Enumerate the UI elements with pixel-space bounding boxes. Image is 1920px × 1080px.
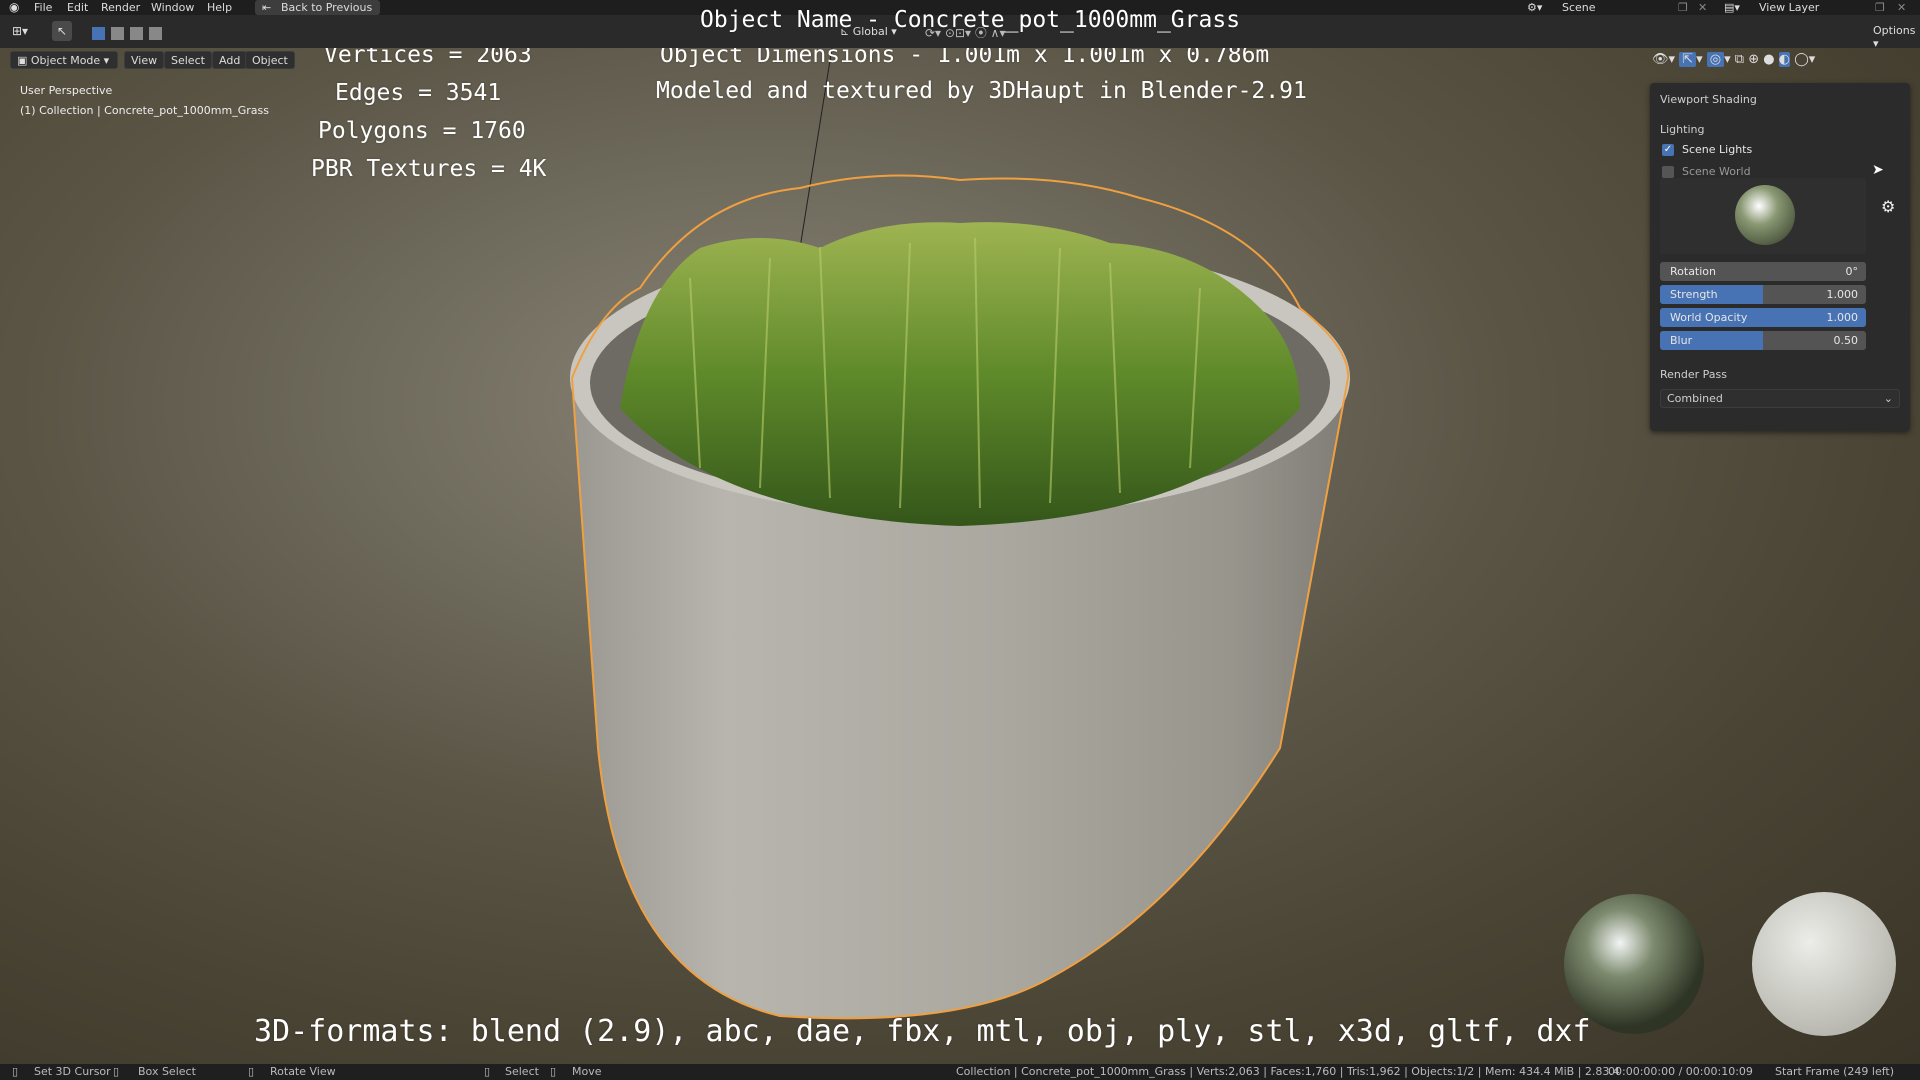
formats-text: 3D-formats: blend (2.9), abc, dae, fbx, … <box>254 1014 1591 1049</box>
mouse-cursor-icon: ➤ <box>1872 162 1884 178</box>
rotate-view-hint: Rotate View <box>270 1065 336 1078</box>
strength-value: 1.000 <box>1826 288 1859 301</box>
vertices-count: Vertices = 2063 <box>324 48 532 68</box>
start-frame: Start Frame (249 left) <box>1775 1065 1895 1078</box>
menu-file[interactable]: File <box>34 0 52 15</box>
3d-viewport[interactable]: ▣ Object Mode ▾ View Select Add Object 👁… <box>0 48 1920 1064</box>
playback-time: 00:00:00:00 / 00:00:10:09 <box>1608 1065 1753 1078</box>
textures-info: PBR Textures = 4K <box>311 156 547 182</box>
box-select-hint: Box Select <box>138 1065 196 1078</box>
scene-statistics: Collection | Concrete_pot_1000mm_Grass |… <box>956 1065 1620 1078</box>
options-label: Options <box>1873 24 1916 37</box>
menu-edit[interactable]: Edit <box>67 0 88 15</box>
scene-world-checkbox[interactable] <box>1662 166 1674 178</box>
blender-logo-icon[interactable]: ◉ <box>9 0 19 15</box>
overlay-icon[interactable]: ◎ <box>1706 52 1725 67</box>
strength-slider[interactable]: Strength 1.000 <box>1660 285 1866 304</box>
scene-new-icon[interactable]: ❐ <box>1678 0 1688 15</box>
blur-slider[interactable]: Blur 0.50 <box>1660 331 1866 350</box>
view-layer-icon[interactable]: ▤▾ <box>1724 0 1740 15</box>
render-pass-select[interactable]: Combined ⌄ <box>1660 389 1900 408</box>
menu-render[interactable]: Render <box>101 0 140 15</box>
mouse-left-icon: ▯ <box>12 1065 19 1078</box>
set-cursor-hint: Set 3D Cursor <box>34 1065 111 1078</box>
options-menu[interactable]: Options ▾ <box>1873 24 1920 50</box>
render-pass-value: Combined <box>1667 392 1723 405</box>
wireframe-shading-icon[interactable]: ⊕ <box>1748 52 1759 67</box>
viewport-collection: (1) Collection | Concrete_pot_1000mm_Gra… <box>20 104 269 117</box>
back-icon: ⇤ <box>262 1 272 14</box>
object-menu[interactable]: Object <box>245 51 295 69</box>
mouse-middle-icon: ▯ <box>248 1065 255 1078</box>
back-to-previous-label: Back to Previous <box>281 1 373 14</box>
hdri-selector[interactable] <box>1660 178 1866 254</box>
edges-count: Edges = 3541 <box>335 80 502 106</box>
rotation-label: Rotation <box>1670 265 1717 278</box>
rotation-value: 0° <box>1845 265 1859 278</box>
select-tool-icon[interactable]: ↖ <box>52 21 72 41</box>
back-to-previous-button[interactable]: ⇤ Back to Previous <box>255 0 381 15</box>
menu-window[interactable]: Window <box>151 0 194 15</box>
hdri-thumbnail <box>1735 185 1795 245</box>
scene-lights-checkbox[interactable]: ✓ <box>1662 144 1674 156</box>
viewport-perspective: User Perspective <box>20 84 113 97</box>
object-mode-icon: ▣ <box>17 54 31 67</box>
select-menu[interactable]: Select <box>164 51 212 69</box>
rendered-shading-icon[interactable]: ◯ <box>1794 52 1809 67</box>
mouse-drag-icon: ▯ <box>113 1065 120 1078</box>
scene-icon[interactable]: ⚙▾ <box>1527 0 1542 15</box>
credit-text: Modeled and textured by 3DHaupt in Blend… <box>656 78 1307 104</box>
view-layer-close-icon[interactable]: ✕ <box>1897 0 1906 15</box>
scene-render <box>570 48 1896 1036</box>
shading-panel-title: Viewport Shading <box>1660 93 1757 106</box>
world-opacity-slider[interactable]: World Opacity 1.000 <box>1660 308 1866 327</box>
status-bar: ▯ Set 3D Cursor ▯ Box Select ▯ Rotate Vi… <box>0 1064 1920 1080</box>
chevron-down-icon: ⌄ <box>1883 392 1893 405</box>
object-name: Object Name - Concrete_pot_1000mm_Grass <box>700 7 1241 33</box>
add-menu[interactable]: Add <box>212 51 248 69</box>
scene-close-icon[interactable]: ✕ <box>1698 0 1707 15</box>
world-opacity-label: World Opacity <box>1670 311 1748 324</box>
hdri-settings-gear-icon[interactable]: ⚙ <box>1881 197 1895 216</box>
blur-value: 0.50 <box>1833 334 1859 347</box>
viewport-shading-panel: Viewport Shading Lighting ✓ Scene Lights… <box>1650 83 1910 431</box>
rotation-slider[interactable]: Rotation 0° <box>1660 262 1866 281</box>
menu-help[interactable]: Help <box>207 0 232 15</box>
blur-label: Blur <box>1670 334 1693 347</box>
object-mode-select[interactable]: ▣ Object Mode ▾ <box>10 51 118 69</box>
selection-mode-icons[interactable] <box>92 25 172 40</box>
world-opacity-value: 1.000 <box>1826 311 1859 324</box>
scene-lights-label[interactable]: Scene Lights <box>1682 143 1752 156</box>
scene-world-label[interactable]: Scene World <box>1682 165 1751 178</box>
lighting-label: Lighting <box>1660 123 1705 136</box>
object-dimensions: Object Dimensions - 1.001m x 1.001m x 0.… <box>660 48 1270 68</box>
move-hint: Move <box>572 1065 602 1078</box>
gizmo-icon[interactable]: ⇱ <box>1679 52 1697 67</box>
viewport-header-icons[interactable]: 👁▾ ⇱ ▾ ◎ ▾ ⧉ ⊕ ● ◐ ◯▾ <box>1652 52 1815 67</box>
material-shading-icon[interactable]: ◐ <box>1778 52 1791 67</box>
scene-name[interactable]: Scene <box>1562 0 1596 15</box>
view-layer-new-icon[interactable]: ❐ <box>1875 0 1885 15</box>
view-menu[interactable]: View <box>124 51 165 69</box>
render-pass-label: Render Pass <box>1660 368 1727 381</box>
object-mode-label: Object Mode <box>30 54 101 67</box>
xray-icon[interactable]: ⧉ <box>1735 52 1744 67</box>
mouse-move-icon: ▯ <box>550 1065 557 1078</box>
select-hint: Select <box>505 1065 539 1078</box>
polygons-count: Polygons = 1760 <box>318 118 526 144</box>
solid-shading-icon[interactable]: ● <box>1763 52 1774 67</box>
hdri-preview-sphere <box>1564 894 1704 1034</box>
material-preview-sphere <box>1752 892 1896 1036</box>
strength-label: Strength <box>1670 288 1718 301</box>
mouse-right-icon: ▯ <box>484 1065 491 1078</box>
view-layer-name[interactable]: View Layer <box>1759 0 1819 15</box>
visibility-icon[interactable]: 👁▾ <box>1652 52 1675 67</box>
editor-type-icon[interactable]: ⊞▾ <box>12 24 28 38</box>
